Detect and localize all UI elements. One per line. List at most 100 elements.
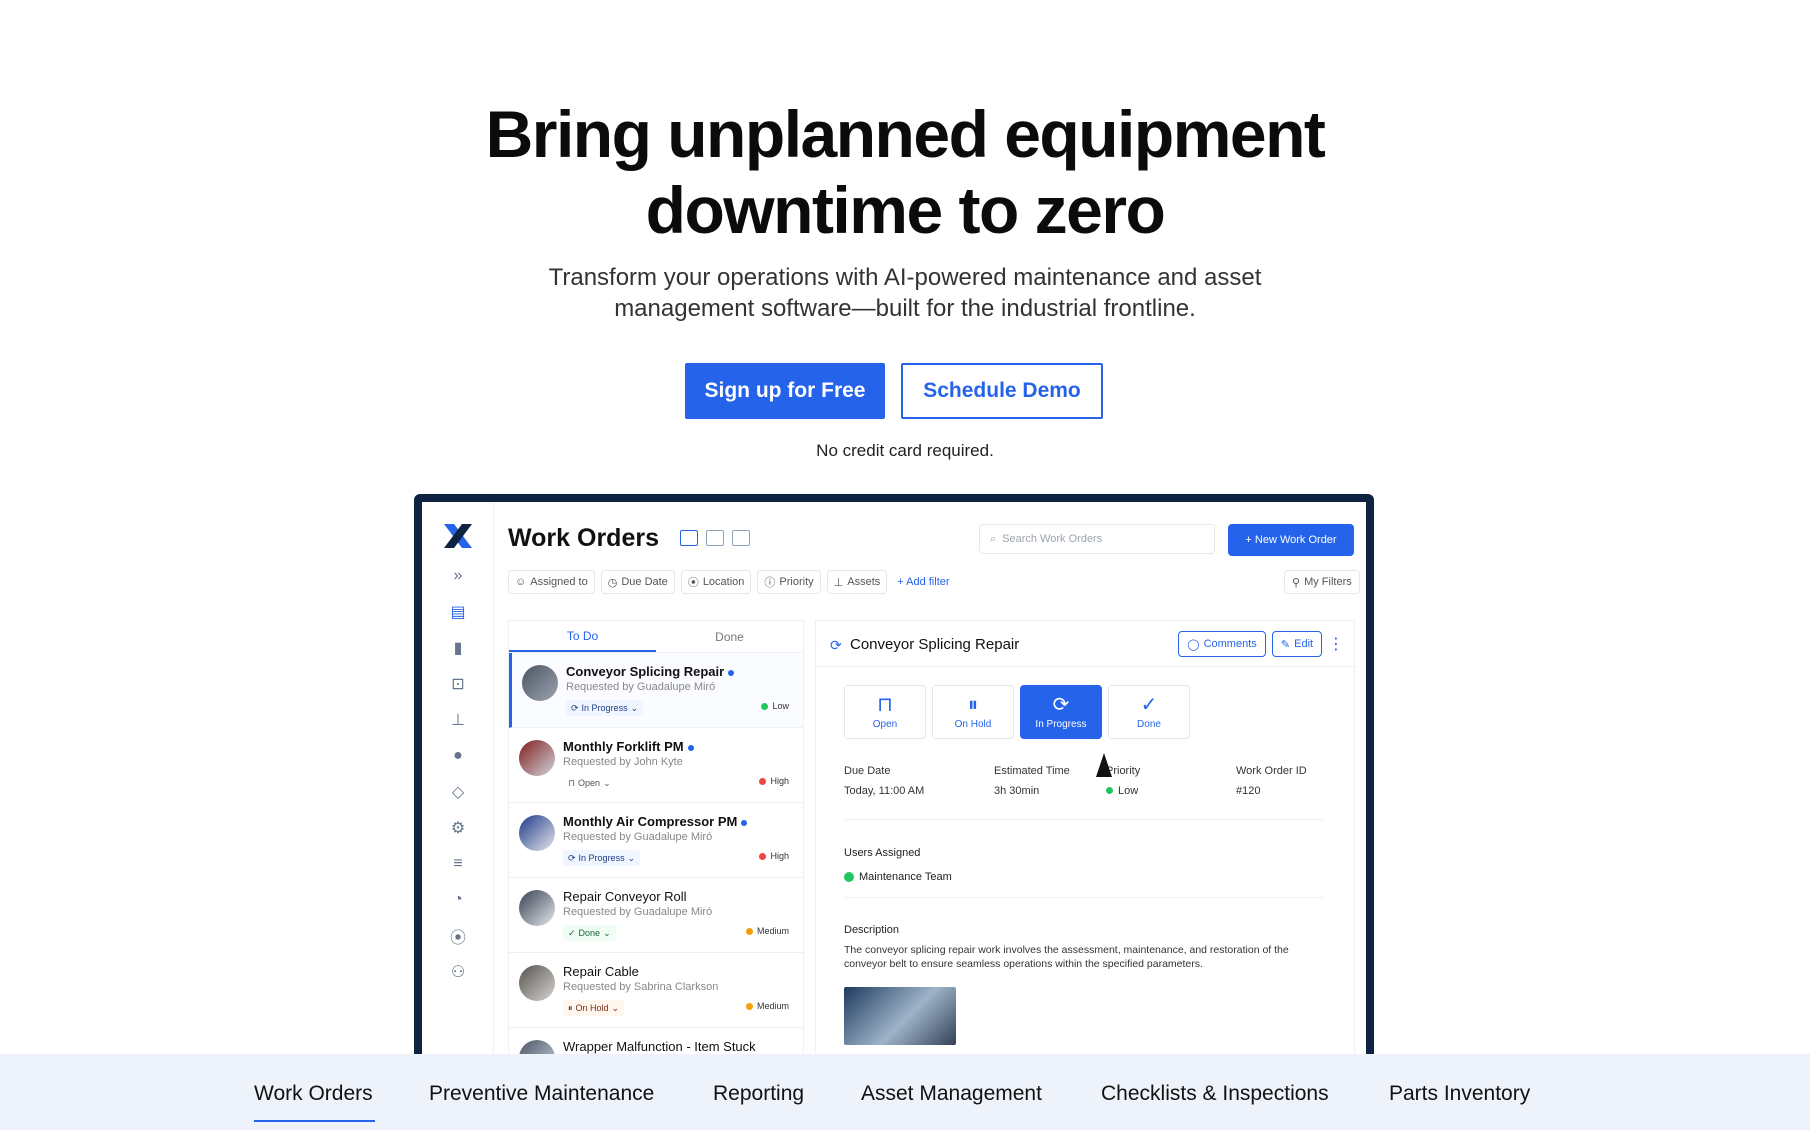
item-requester: Requested by Guadalupe Miró: [563, 906, 713, 918]
priority-indicator: High: [759, 851, 789, 861]
more-options-icon[interactable]: ⋮: [1328, 634, 1344, 654]
list-tabs: To Do Done: [509, 621, 803, 653]
attachment-image[interactable]: [844, 987, 956, 1045]
list-item[interactable]: Conveyor Splicing Repair Requested by Gu…: [509, 653, 803, 728]
tab-done[interactable]: Done: [656, 621, 803, 652]
filter-icon: ⚲: [1292, 576, 1301, 589]
tab-preventive-maintenance[interactable]: Preventive Maintenance: [429, 1082, 654, 1106]
search-input[interactable]: ⌕ Search Work Orders: [979, 524, 1215, 554]
tab-reporting[interactable]: Reporting: [713, 1082, 804, 1106]
item-requester: Requested by Guadalupe Miró: [563, 831, 713, 843]
check-icon: ✓: [568, 927, 576, 938]
reporting-bar-chart-icon[interactable]: ▮: [448, 638, 468, 658]
status-badge[interactable]: ⊓ Open ⌄: [563, 775, 616, 791]
list-item[interactable]: Monthly Air Compressor PM Requested by G…: [509, 803, 803, 878]
item-title: Monthly Air Compressor PM: [563, 814, 748, 829]
my-filters-button[interactable]: ⚲ My Filters: [1284, 570, 1360, 594]
split-view-icon[interactable]: [680, 530, 698, 546]
chevron-down-icon: ⌄: [611, 1002, 620, 1013]
status-in-progress-button[interactable]: ⟳ In Progress: [1020, 685, 1102, 739]
priority-indicator: High: [759, 776, 789, 786]
priority-dot: [759, 777, 767, 785]
status-badge[interactable]: ⟳ In Progress ⌄: [563, 850, 641, 866]
item-title: Conveyor Splicing Repair: [566, 664, 735, 679]
gauge-icon[interactable]: ◔: [448, 890, 468, 910]
signup-button[interactable]: Sign up for Free: [685, 363, 885, 419]
mouse-cursor-icon: [1096, 753, 1112, 777]
filter-location[interactable]: ⦿ Location: [680, 570, 752, 594]
item-title: Repair Conveyor Roll: [563, 889, 687, 904]
list-item[interactable]: Repair Conveyor Roll Requested by Guadal…: [509, 878, 803, 953]
priority-indicator: Low: [761, 701, 789, 711]
list-item[interactable]: Repair Cable Requested by Sabrina Clarks…: [509, 953, 803, 1028]
list-item[interactable]: Monthly Forklift PM Requested by John Ky…: [509, 728, 803, 803]
unread-dot: [741, 819, 748, 826]
comments-button[interactable]: ◯ Comments: [1178, 631, 1266, 657]
chat-icon[interactable]: ●: [448, 746, 468, 766]
team-avatar-icon: [844, 872, 854, 882]
status-badge[interactable]: ⟳ In Progress ⌄: [566, 700, 644, 716]
status-open-button[interactable]: ⊓ Open: [844, 685, 926, 739]
filter-assigned-to[interactable]: ☺ Assigned to: [508, 570, 595, 594]
refresh-icon: ⟳: [571, 702, 579, 713]
clock-icon: ◷: [607, 576, 618, 589]
tab-to-do[interactable]: To Do: [509, 621, 656, 652]
schedule-demo-button[interactable]: Schedule Demo: [901, 363, 1103, 419]
status-buttons: ⊓ Open ⏸ On Hold ⟳ In Progress ✓ Done: [844, 685, 1190, 739]
status-badge[interactable]: ⏸ On Hold ⌄: [563, 1000, 625, 1016]
users-assigned-label: Users Assigned: [844, 847, 921, 859]
list-icon[interactable]: ≡: [448, 854, 468, 874]
priority-dot: [759, 852, 767, 860]
priority-icon: ⓘ: [764, 577, 776, 589]
work-order-detail: ⟳ Conveyor Splicing Repair ◯ Comments ✎ Ed…: [815, 620, 1356, 1054]
calendar-view-icon[interactable]: [732, 530, 750, 546]
work-orders-icon[interactable]: ▤: [448, 602, 468, 622]
item-requester: Requested by Guadalupe Miró: [566, 681, 716, 693]
tab-work-orders[interactable]: Work Orders: [254, 1082, 373, 1106]
assets-icon: ⊥: [833, 576, 844, 589]
hero-title: Bring unplanned equipment downtime to ze…: [485, 97, 1326, 247]
tab-asset-management[interactable]: Asset Management: [861, 1082, 1042, 1106]
priority-dot: [761, 702, 769, 710]
edit-button[interactable]: ✎ Edit: [1272, 631, 1322, 657]
tab-parts-inventory[interactable]: Parts Inventory: [1389, 1082, 1530, 1106]
active-tab-underline: [254, 1120, 375, 1122]
table-view-icon[interactable]: [706, 530, 724, 546]
filter-priority[interactable]: ⓘ Priority: [757, 570, 821, 594]
add-filter-link[interactable]: + Add filter: [893, 570, 953, 594]
status-done-button[interactable]: ✓ Done: [1108, 685, 1190, 739]
chevron-down-icon: ⌄: [603, 927, 611, 938]
expand-chevrons-icon[interactable]: »: [448, 566, 468, 586]
description-label: Description: [844, 924, 900, 936]
requests-inbox-icon[interactable]: ⊡: [448, 674, 468, 694]
priority-dot: [745, 927, 753, 935]
work-order-list: To Do Done Conveyor Splicing Repair Requ…: [508, 620, 804, 1054]
filter-assets[interactable]: ⊥ Assets: [826, 570, 888, 594]
search-placeholder: Search Work Orders: [1002, 533, 1103, 545]
location-pin-icon[interactable]: ⦿: [448, 926, 468, 947]
new-work-order-button[interactable]: + New Work Order: [1228, 524, 1354, 556]
lock-open-icon: ⊓: [568, 777, 576, 788]
tag-icon[interactable]: ◇: [448, 782, 468, 802]
status-badge[interactable]: ✓ Done ⌄: [563, 925, 616, 941]
estimated-time-field: Estimated Time 3h 30min: [994, 765, 1070, 797]
tab-checklists-inspections[interactable]: Checklists & Inspections: [1101, 1082, 1329, 1106]
list-item[interactable]: Wrapper Malfunction - Item Stuck: [509, 1028, 803, 1054]
users-icon[interactable]: ⚇: [448, 962, 468, 982]
chevron-down-icon: ⌄: [603, 777, 611, 788]
status-on-hold-button[interactable]: ⏸ On Hold: [932, 685, 1014, 739]
app-logo-icon: [444, 524, 472, 548]
work-order-thumbnail: [519, 740, 555, 776]
refresh-icon: ⟳: [830, 637, 842, 653]
chevron-down-icon: ⌄: [627, 852, 636, 863]
hierarchy-icon[interactable]: ⊥: [448, 710, 468, 730]
due-date-field: Due Date Today, 11:00 AM: [844, 765, 925, 797]
filter-due-date[interactable]: ◷ Due Date: [600, 570, 675, 594]
priority-dot: [1106, 787, 1113, 794]
comment-icon: ◯: [1187, 638, 1200, 651]
gear-icon[interactable]: ⚙: [448, 818, 468, 838]
page-title: Work Orders: [508, 524, 659, 552]
user-icon: ☺: [515, 576, 527, 588]
divider: [844, 819, 1324, 820]
divider: [844, 897, 1324, 898]
